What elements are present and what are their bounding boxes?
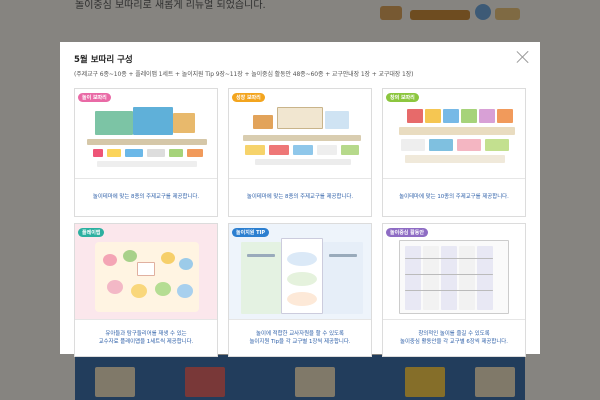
creative-bundle-image: 창의 보따리	[383, 89, 525, 179]
card-description: 창의적인 놀이를 즐길 수 있도록 놀이중심 활동안을 각 교구별 6장씩 제공…	[383, 320, 525, 356]
growth-bundle-image: 성장 보따리	[229, 89, 371, 179]
card-activity-plan: 놀이중심 활동안 창의적인 놀이를 즐길 수 있도록 놀이중심 활동안을 각 교…	[382, 223, 526, 357]
close-icon[interactable]	[516, 50, 530, 64]
card-badge: 놀이중심 활동안	[386, 228, 428, 237]
card-desc-line: 창의적인 놀이를 즐길 수 있도록	[418, 330, 490, 337]
card-desc-line: 유아들과 탐구들리어를 재생 수 있는	[105, 330, 187, 337]
playmap-image: 플레이맵	[75, 224, 217, 320]
card-desc-line: 놀이테마에 맞는 8종의 주제교구를 제공합니다.	[92, 194, 200, 201]
card-playmap: 플레이맵 유아들과 탐구들리어를 재생 수 있는 교수자료 플레이맵을 1세트씩…	[74, 223, 218, 357]
card-badge: 창의 보따리	[386, 93, 419, 102]
card-badge: 플레이맵	[78, 228, 105, 237]
card-play-bundle: 놀이 보따리 놀이테마에 맞는 8종의 주제교구를 제공합니다.	[74, 88, 218, 217]
modal-subtitle: (주제교구 6종~10종 + 플레이맵 1세트 + 놀이지원 Tip 9장~11…	[74, 71, 414, 78]
card-description: 놀이테마에 맞는 10종의 주제교구를 제공합니다.	[383, 179, 525, 216]
play-tip-image: 놀이지원 TIP	[229, 224, 371, 320]
card-grid: 놀이 보따리 놀이테마에 맞는 8종의 주제교구를 제공합니다. 성장 보따리 …	[74, 88, 526, 357]
composition-modal: 5월 보따리 구성 (주제교구 6종~10종 + 플레이맵 1세트 + 놀이지원…	[60, 42, 540, 357]
card-description: 놀이에 적합한 교사자원을 할 수 있도록 놀이지원 Tip을 각 교구별 1장…	[229, 320, 371, 356]
card-description: 놀이테마에 맞는 8종의 주제교구를 제공합니다.	[229, 179, 371, 216]
card-desc-line: 놀이중심 활동안을 각 교구별 6장씩 제공합니다.	[400, 339, 508, 345]
card-desc-line: 놀이테마에 맞는 10종의 주제교구를 제공합니다.	[399, 194, 509, 201]
card-badge: 놀이지원 TIP	[232, 228, 270, 237]
card-badge: 성장 보따리	[232, 93, 265, 102]
card-desc-line: 놀이에 적합한 교사자원을 할 수 있도록	[256, 330, 344, 337]
card-description: 놀이테마에 맞는 8종의 주제교구를 제공합니다.	[75, 179, 217, 216]
play-bundle-image: 놀이 보따리	[75, 89, 217, 179]
modal-title: 5월 보따리 구성	[74, 55, 133, 65]
activity-plan-image: 놀이중심 활동안	[383, 224, 525, 320]
card-description: 유아들과 탐구들리어를 재생 수 있는 교수자료 플레이맵을 1세트씩 제공합니…	[75, 320, 217, 356]
card-play-tip: 놀이지원 TIP 놀이에 적합한 교사자원을 할 수 있도록 놀이지원 Tip을…	[228, 223, 372, 357]
card-creative-bundle: 창의 보따리 놀이테마에 맞는 10종의 주제교구를 제공합니다.	[382, 88, 526, 217]
card-badge: 놀이 보따리	[78, 93, 111, 102]
card-growth-bundle: 성장 보따리 놀이테마에 맞는 8종의 주제교구를 제공합니다.	[228, 88, 372, 217]
card-desc-line: 놀이지원 Tip을 각 교구별 1장씩 제공합니다.	[249, 339, 351, 345]
card-desc-line: 교수자료 플레이맵을 1세트씩 제공합니다.	[98, 339, 194, 345]
card-desc-line: 놀이테마에 맞는 8종의 주제교구를 제공합니다.	[246, 194, 354, 201]
